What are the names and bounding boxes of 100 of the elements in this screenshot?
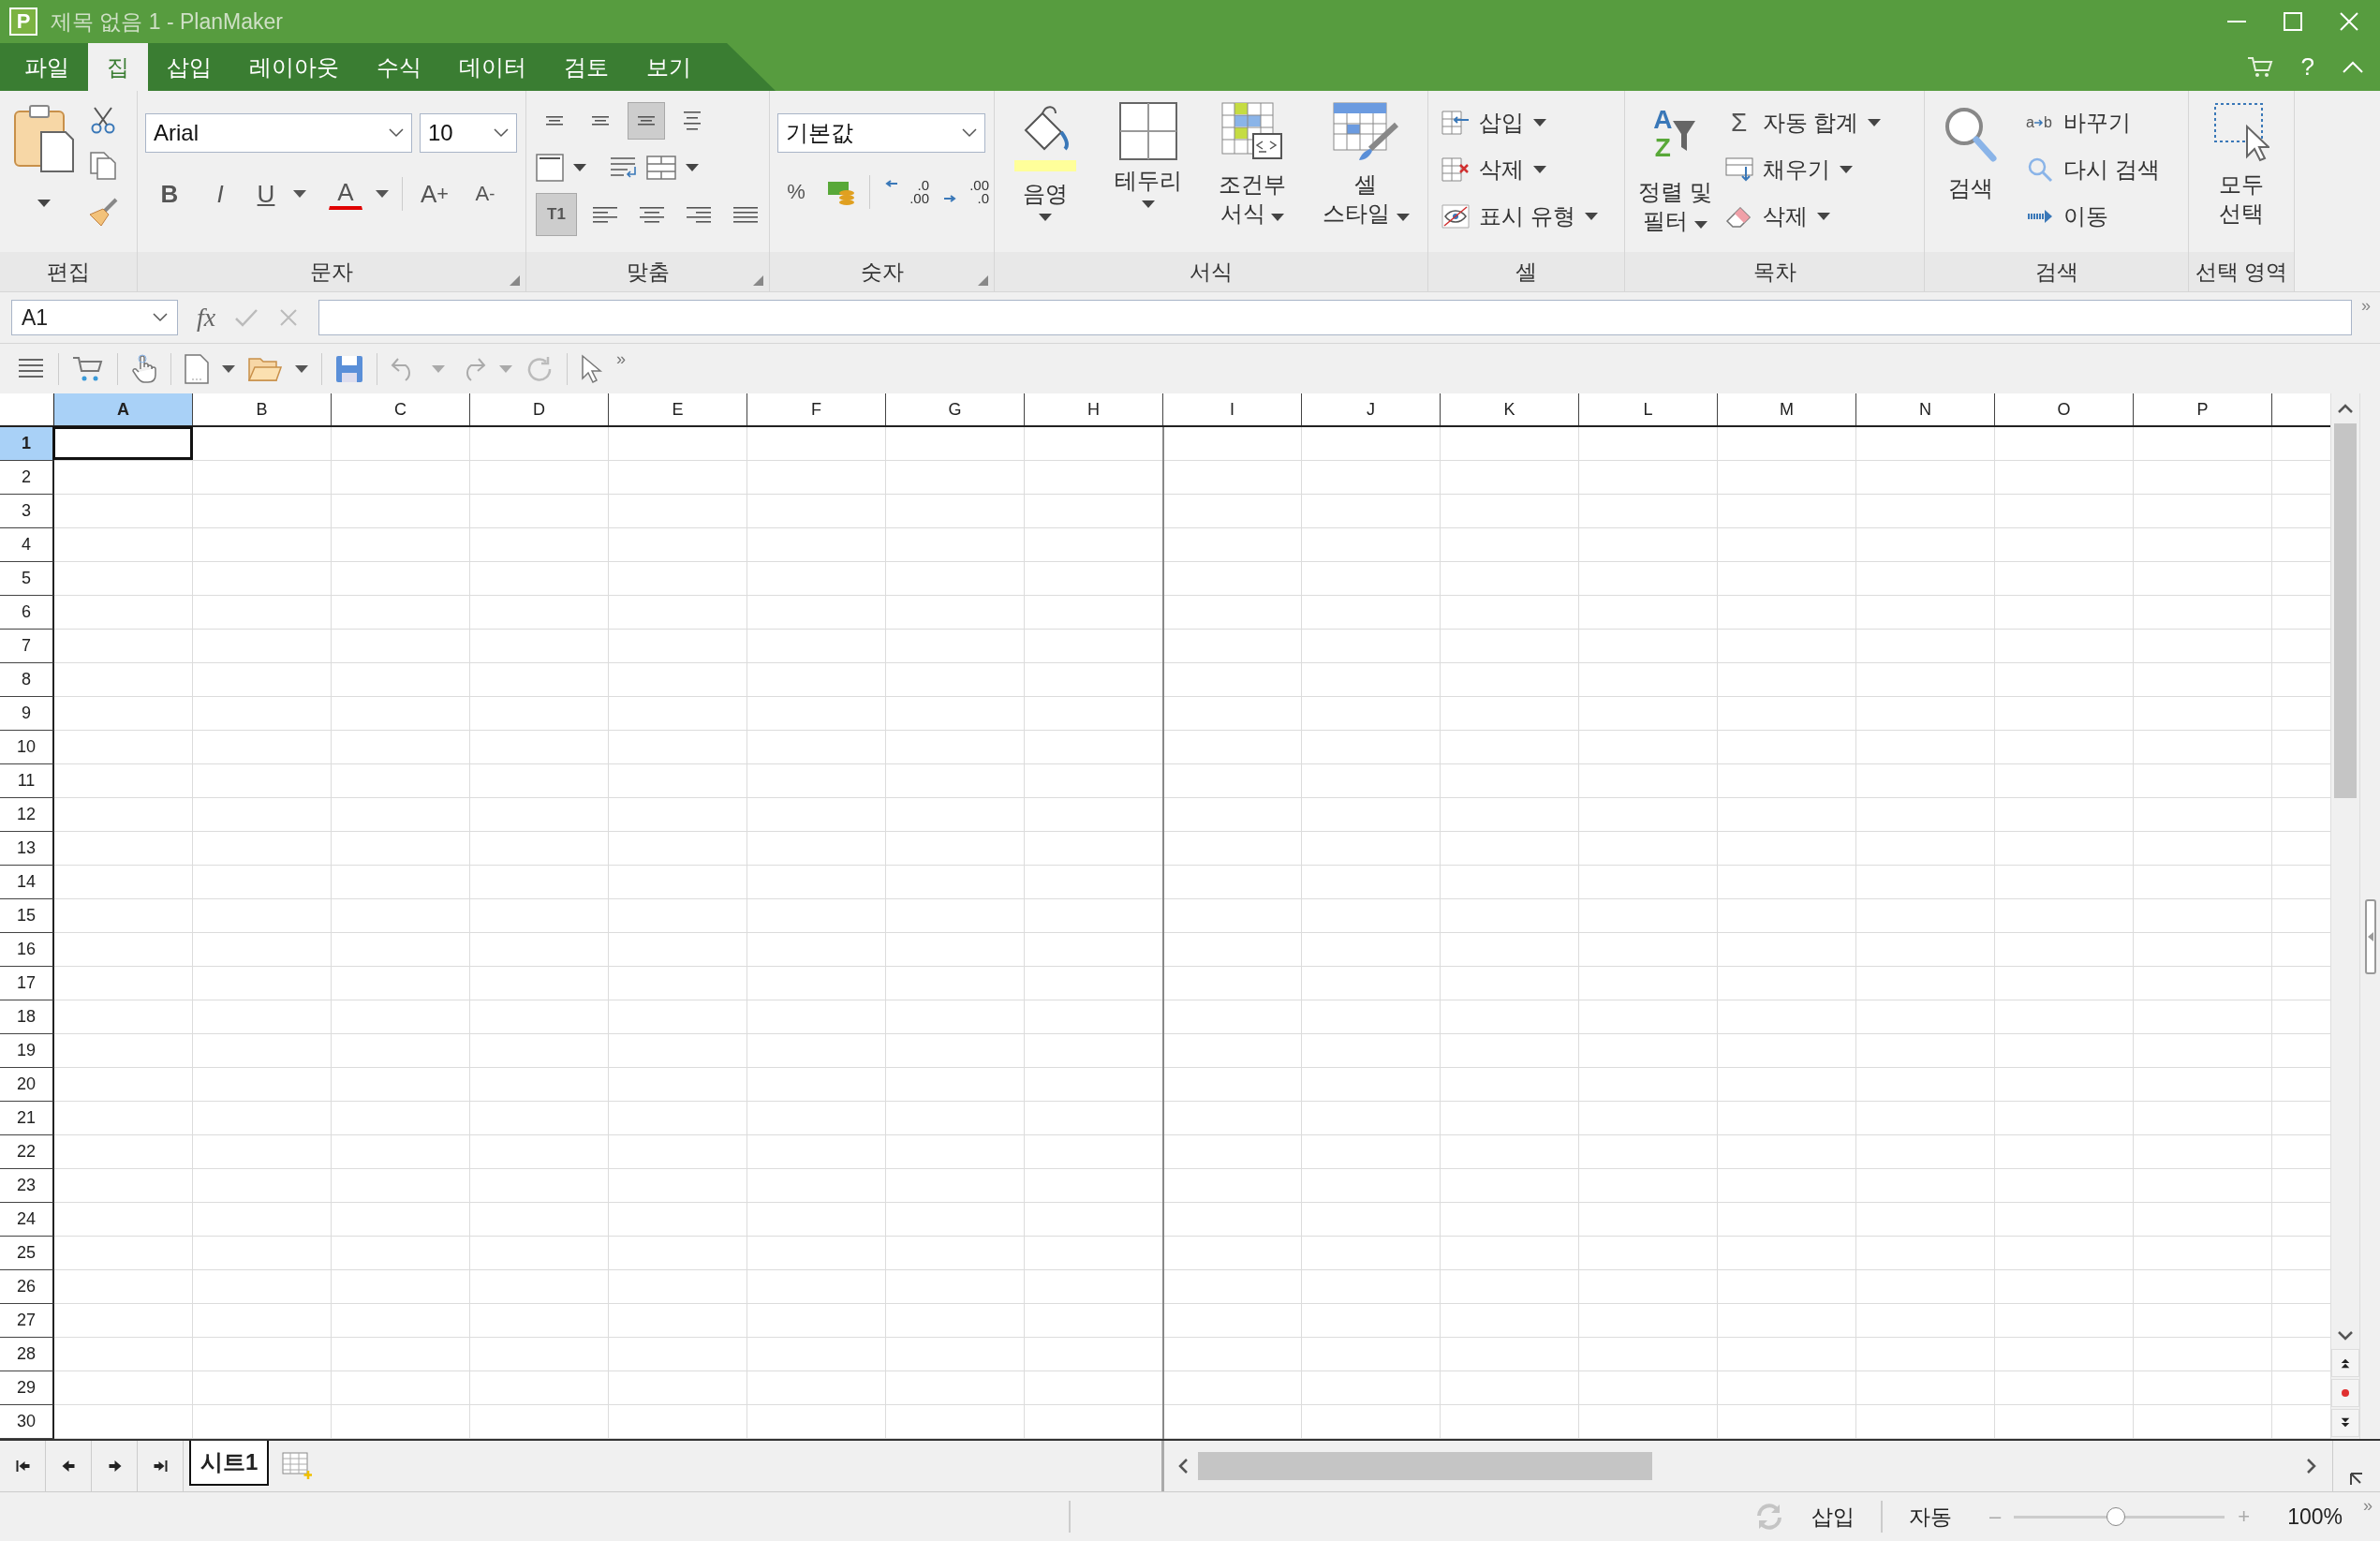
row-header[interactable]: 5 bbox=[0, 562, 54, 596]
number-format-field[interactable]: 기본값 bbox=[777, 113, 985, 153]
row-header[interactable]: 23 bbox=[0, 1169, 54, 1203]
merge-cells-icon[interactable] bbox=[646, 156, 676, 180]
search-button[interactable]: 검색 bbox=[1942, 91, 2000, 252]
brush-icon[interactable] bbox=[88, 198, 118, 228]
column-header[interactable]: E bbox=[609, 393, 747, 425]
column-header[interactable]: N bbox=[1856, 393, 1995, 425]
row-header[interactable]: 6 bbox=[0, 596, 54, 630]
row-header[interactable]: 28 bbox=[0, 1338, 54, 1371]
row-header[interactable]: 17 bbox=[0, 967, 54, 1000]
column-header[interactable]: P bbox=[2134, 393, 2272, 425]
formula-input[interactable] bbox=[318, 300, 2352, 335]
column-header[interactable]: A bbox=[54, 393, 193, 425]
font-name-field[interactable]: Arial bbox=[145, 113, 412, 153]
row-header[interactable]: 21 bbox=[0, 1102, 54, 1135]
scroll-left-icon[interactable] bbox=[1177, 1458, 1189, 1474]
row-header[interactable]: 4 bbox=[0, 528, 54, 562]
more-button[interactable]: » bbox=[616, 349, 626, 369]
column-header[interactable]: D bbox=[470, 393, 609, 425]
scrollbar-thumb[interactable] bbox=[1198, 1452, 1652, 1480]
new-document-icon[interactable] bbox=[185, 353, 209, 384]
wrap-text-icon[interactable] bbox=[609, 156, 637, 180]
column-header[interactable]: B bbox=[193, 393, 332, 425]
caret-icon[interactable] bbox=[293, 190, 306, 198]
chevron-down-icon[interactable] bbox=[153, 313, 168, 322]
zoom-slider-thumb[interactable] bbox=[2106, 1507, 2125, 1526]
column-header[interactable]: L bbox=[1579, 393, 1718, 425]
cart-icon[interactable] bbox=[2246, 55, 2273, 79]
row-header[interactable]: 16 bbox=[0, 933, 54, 967]
search-menu-button[interactable]: 이동 bbox=[2026, 196, 2108, 237]
column-header[interactable]: G bbox=[886, 393, 1025, 425]
cells-menu-button[interactable]: 삭제 bbox=[1441, 149, 1546, 190]
chevron-down-icon[interactable] bbox=[494, 128, 509, 138]
clipboard-icon[interactable] bbox=[13, 104, 75, 173]
column-header[interactable]: C bbox=[332, 393, 470, 425]
select-all-button[interactable]: 모두 선택 bbox=[2213, 91, 2269, 252]
dialog-launcher-icon[interactable] bbox=[510, 275, 520, 286]
search-menu-button[interactable]: 다시 검색 bbox=[2026, 149, 2160, 190]
scrollbar-thumb[interactable] bbox=[2334, 423, 2357, 798]
search-menu-button[interactable]: a b 바꾸기 bbox=[2026, 102, 2131, 143]
italic-button[interactable]: I bbox=[201, 175, 239, 213]
active-cell[interactable] bbox=[52, 426, 193, 460]
row-header[interactable]: 15 bbox=[0, 899, 54, 933]
shading-button[interactable]: 음영 bbox=[1013, 91, 1079, 252]
font-size-field[interactable]: 10 bbox=[420, 113, 517, 153]
maximize-icon[interactable] bbox=[2283, 11, 2303, 32]
menu-tab[interactable]: 보기 bbox=[628, 43, 710, 91]
scissors-icon[interactable] bbox=[89, 106, 117, 134]
menu-tab[interactable]: 삽입 bbox=[148, 43, 230, 91]
cell-reference-field[interactable]: A1 bbox=[11, 300, 178, 335]
column-header[interactable]: I bbox=[1163, 393, 1302, 425]
row-header[interactable]: 10 bbox=[0, 731, 54, 764]
row-header[interactable]: 26 bbox=[0, 1270, 54, 1304]
row-header[interactable]: 9 bbox=[0, 697, 54, 731]
caret-icon[interactable] bbox=[376, 190, 389, 198]
row-header[interactable]: 1 bbox=[0, 427, 54, 461]
contents-menu-button[interactable]: Σ 자동 합계 bbox=[1724, 102, 1882, 143]
row-header[interactable]: 7 bbox=[0, 630, 54, 663]
percent-button[interactable]: % bbox=[777, 173, 815, 211]
save-icon[interactable] bbox=[335, 354, 363, 383]
row-header[interactable]: 14 bbox=[0, 866, 54, 899]
conditional-format-button[interactable]: 조건부 서식 bbox=[1219, 91, 1287, 252]
scroll-right-icon[interactable] bbox=[2306, 1458, 2317, 1474]
menu-tab[interactable]: 레이아웃 bbox=[230, 43, 358, 91]
caret-icon[interactable] bbox=[222, 364, 235, 373]
cart-icon[interactable] bbox=[72, 354, 104, 383]
caret-icon[interactable] bbox=[295, 364, 308, 373]
cells-menu-button[interactable]: 삽입 bbox=[1441, 102, 1546, 143]
column-header[interactable]: H bbox=[1025, 393, 1163, 425]
menu-tab[interactable]: 수식 bbox=[358, 43, 440, 91]
caret-icon[interactable] bbox=[37, 200, 51, 207]
hand-pointer-icon[interactable] bbox=[131, 353, 157, 384]
caret-icon[interactable] bbox=[573, 164, 586, 171]
dialog-launcher-icon[interactable] bbox=[753, 275, 763, 286]
dialog-launcher-icon[interactable] bbox=[978, 275, 988, 286]
chevron-down-icon[interactable] bbox=[962, 128, 977, 138]
row-header[interactable]: 8 bbox=[0, 663, 54, 697]
row-header[interactable]: 22 bbox=[0, 1135, 54, 1169]
row-header[interactable]: 13 bbox=[0, 832, 54, 866]
row-header[interactable]: 24 bbox=[0, 1203, 54, 1237]
check-icon[interactable] bbox=[234, 307, 259, 328]
menu-tab[interactable]: 파일 bbox=[6, 43, 88, 91]
previous-page-button[interactable] bbox=[2331, 1349, 2359, 1377]
row-header[interactable]: 20 bbox=[0, 1068, 54, 1102]
sheet-tab[interactable]: 시트1 bbox=[189, 1441, 270, 1486]
font-color-button[interactable]: A bbox=[329, 178, 362, 210]
row-header[interactable]: 11 bbox=[0, 764, 54, 798]
row-header[interactable]: 27 bbox=[0, 1304, 54, 1338]
menu-tab[interactable]: 검토 bbox=[545, 43, 628, 91]
cells-menu-button[interactable]: 표시 유형 bbox=[1441, 196, 1598, 237]
menu-tab[interactable]: 집 bbox=[88, 43, 148, 91]
function-button[interactable]: fx bbox=[197, 303, 216, 333]
contents-menu-button[interactable]: 채우기 bbox=[1724, 149, 1853, 190]
pointer-icon[interactable] bbox=[581, 353, 603, 384]
row-header[interactable]: 18 bbox=[0, 1000, 54, 1034]
row-header[interactable]: 25 bbox=[0, 1237, 54, 1270]
resize-corner-icon[interactable] bbox=[2348, 1471, 2365, 1488]
row-header[interactable]: 2 bbox=[0, 461, 54, 495]
cell-style-button[interactable]: 셀 스타일 bbox=[1322, 91, 1410, 252]
